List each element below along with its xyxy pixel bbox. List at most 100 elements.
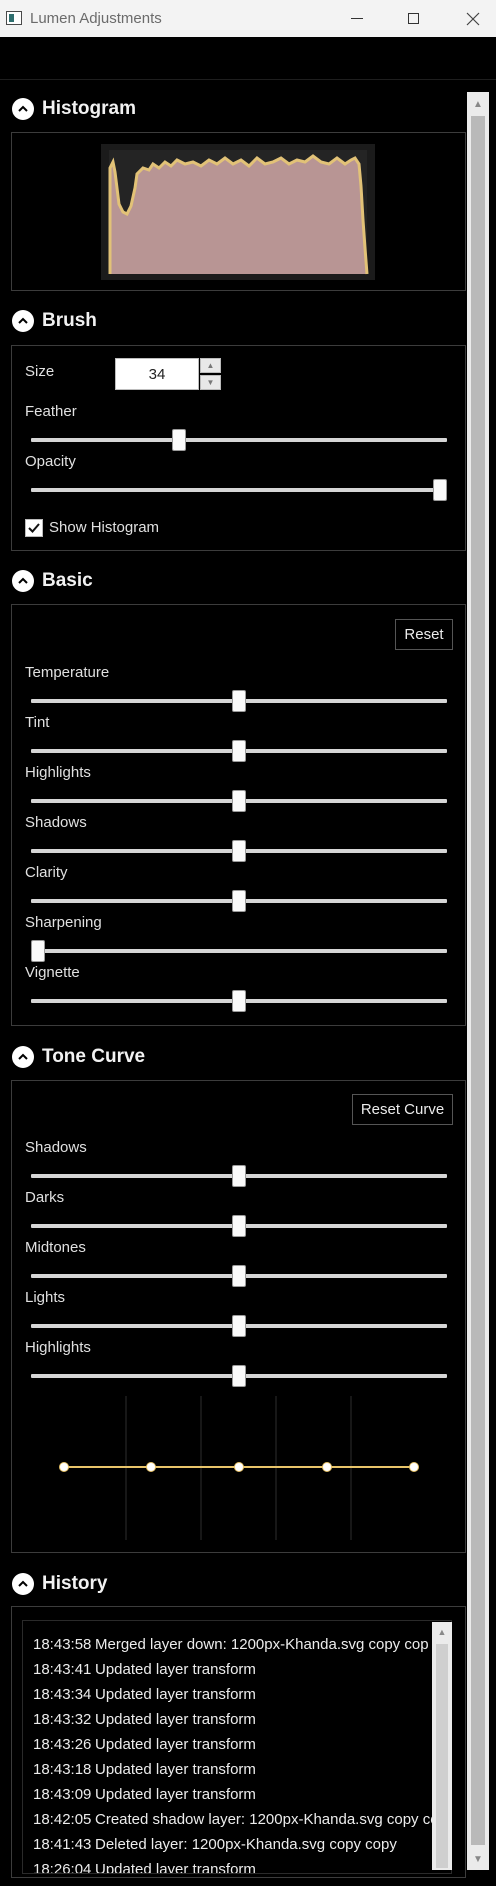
temperature-label: Temperature: [25, 664, 110, 681]
history-text: Updated layer transform: [95, 1786, 256, 1803]
curve-point[interactable]: [322, 1462, 332, 1472]
history-header[interactable]: History: [12, 1569, 107, 1599]
histogram-view: [101, 144, 375, 280]
history-text: Updated layer transform: [95, 1736, 256, 1753]
opacity-label: Opacity: [25, 453, 76, 470]
section-title: Brush: [42, 310, 97, 331]
history-row[interactable]: 18:43:32 Updated layer transform: [33, 1711, 256, 1728]
sharpening-slider-track[interactable]: [31, 949, 447, 953]
history-row[interactable]: 18:41:43 Deleted layer: 1200px-Khanda.svg…: [33, 1836, 397, 1853]
close-button[interactable]: [450, 0, 496, 37]
history-time: 18:43:09: [33, 1786, 92, 1803]
histogram-chart: [108, 150, 369, 275]
highlights-label: Highlights: [25, 764, 91, 781]
history-text: Updated layer transform: [95, 1761, 256, 1778]
tone-curve-header[interactable]: Tone Curve: [12, 1042, 145, 1072]
curve-point[interactable]: [409, 1462, 419, 1472]
scroll-up-icon[interactable]: ▲: [467, 94, 489, 114]
opacity-slider-thumb[interactable]: [433, 479, 447, 501]
shadows-slider-thumb[interactable]: [232, 840, 246, 862]
reset-curve-button[interactable]: Reset Curve: [352, 1094, 453, 1125]
history-row[interactable]: 18:42:05 Created shadow layer: 1200px-Kha…: [33, 1811, 439, 1828]
history-row[interactable]: 18:43:34 Updated layer transform: [33, 1686, 256, 1703]
basic-header[interactable]: Basic: [12, 566, 93, 596]
chevron-up-icon[interactable]: [12, 1573, 34, 1595]
size-spinbox-buttons[interactable]: ▲ ▼: [200, 358, 221, 390]
midtones-label: Midtones: [25, 1239, 86, 1256]
history-text: Created shadow layer: 1200px-Khanda.svg …: [95, 1811, 439, 1828]
tint-label: Tint: [25, 714, 50, 731]
history-text: Updated layer transform: [95, 1861, 256, 1874]
opacity-slider-track[interactable]: [31, 488, 447, 492]
scroll-up-icon[interactable]: ▲: [432, 1623, 452, 1641]
tint-slider-thumb[interactable]: [232, 740, 246, 762]
feather-slider-thumb[interactable]: [171, 429, 186, 451]
history-row[interactable]: 18:43:41 Updated layer transform: [33, 1661, 256, 1678]
midtones-slider-thumb[interactable]: [232, 1265, 246, 1287]
temperature-slider-thumb[interactable]: [232, 690, 246, 712]
tone-curve-graph[interactable]: [50, 1392, 428, 1542]
chevron-up-icon[interactable]: [12, 310, 34, 332]
history-time: 18:41:43: [33, 1836, 92, 1853]
histogram-header[interactable]: Histogram: [12, 94, 136, 124]
caret-down-icon[interactable]: ▼: [200, 375, 221, 390]
minimize-icon: [351, 18, 363, 19]
scroll-thumb[interactable]: [471, 116, 485, 1845]
close-icon: [466, 12, 480, 25]
app-icon: [6, 11, 22, 25]
history-scroll-thumb[interactable]: [436, 1644, 448, 1868]
history-text: Merged layer down: 1200px-Khanda.svg cop…: [95, 1636, 429, 1653]
history-time: 18:26:04: [33, 1861, 92, 1874]
history-row[interactable]: 18:43:09 Updated layer transform: [33, 1786, 256, 1803]
highlights-slider-thumb[interactable]: [232, 1365, 246, 1387]
section-title: Histogram: [42, 98, 136, 119]
shadows-slider-thumb[interactable]: [232, 1165, 246, 1187]
history-text: Deleted layer: 1200px-Khanda.svg copy co…: [95, 1836, 397, 1853]
chevron-up-icon[interactable]: [12, 570, 34, 592]
caret-up-icon[interactable]: ▲: [200, 358, 221, 373]
size-label: Size: [25, 363, 55, 380]
maximize-button[interactable]: [390, 0, 436, 37]
highlights-slider-thumb[interactable]: [232, 790, 246, 812]
history-time: 18:43:58: [33, 1636, 92, 1653]
brush-header[interactable]: Brush: [12, 306, 97, 336]
clarity-slider-thumb[interactable]: [232, 890, 246, 912]
vignette-slider-thumb[interactable]: [232, 990, 246, 1012]
size-spinbox[interactable]: 34: [115, 358, 199, 390]
show-histogram-checkbox[interactable]: [25, 519, 43, 537]
history-time: 18:43:41: [33, 1661, 92, 1678]
section-title: Tone Curve: [42, 1046, 146, 1067]
scroll-down-icon[interactable]: ▼: [467, 1849, 489, 1869]
curve-point[interactable]: [146, 1462, 156, 1472]
lights-slider-thumb[interactable]: [232, 1315, 246, 1337]
history-time: 18:43:18: [33, 1761, 92, 1778]
history-row[interactable]: 18:43:58 Merged layer down: 1200px-Khanda…: [33, 1636, 429, 1653]
reset-button[interactable]: Reset: [395, 619, 453, 650]
chevron-up-icon[interactable]: [12, 1046, 34, 1068]
maximize-icon: [407, 13, 419, 24]
feather-slider-track[interactable]: [31, 438, 447, 442]
shadows-label: Shadows: [25, 814, 87, 831]
history-scrollbar[interactable]: ▲: [432, 1622, 452, 1870]
clarity-label: Clarity: [25, 864, 68, 881]
show-histogram-label[interactable]: Show Histogram: [49, 519, 159, 536]
history-time: 18:42:05: [33, 1811, 92, 1828]
chevron-up-icon[interactable]: [12, 98, 34, 120]
minimize-button[interactable]: [334, 0, 380, 37]
vignette-label: Vignette: [25, 964, 80, 981]
history-list[interactable]: 18:43:58 Merged layer down: 1200px-Khanda…: [22, 1620, 452, 1874]
darks-label: Darks: [25, 1189, 65, 1206]
curve-point[interactable]: [59, 1462, 69, 1472]
history-row[interactable]: 18:43:18 Updated layer transform: [33, 1761, 256, 1778]
main-scrollbar[interactable]: ▲ ▼: [467, 92, 489, 1870]
toolbar-strip: [0, 37, 496, 80]
history-text: Updated layer transform: [95, 1711, 256, 1728]
history-time: 18:43:26: [33, 1736, 92, 1753]
history-row[interactable]: 18:26:04 Updated layer transform: [33, 1861, 256, 1874]
sharpening-slider-thumb[interactable]: [31, 940, 45, 962]
title-bar: Lumen Adjustments: [0, 0, 496, 37]
darks-slider-thumb[interactable]: [232, 1215, 246, 1237]
history-row[interactable]: 18:43:26 Updated layer transform: [33, 1736, 256, 1753]
curve-point[interactable]: [234, 1462, 244, 1472]
sharpening-label: Sharpening: [25, 914, 102, 931]
